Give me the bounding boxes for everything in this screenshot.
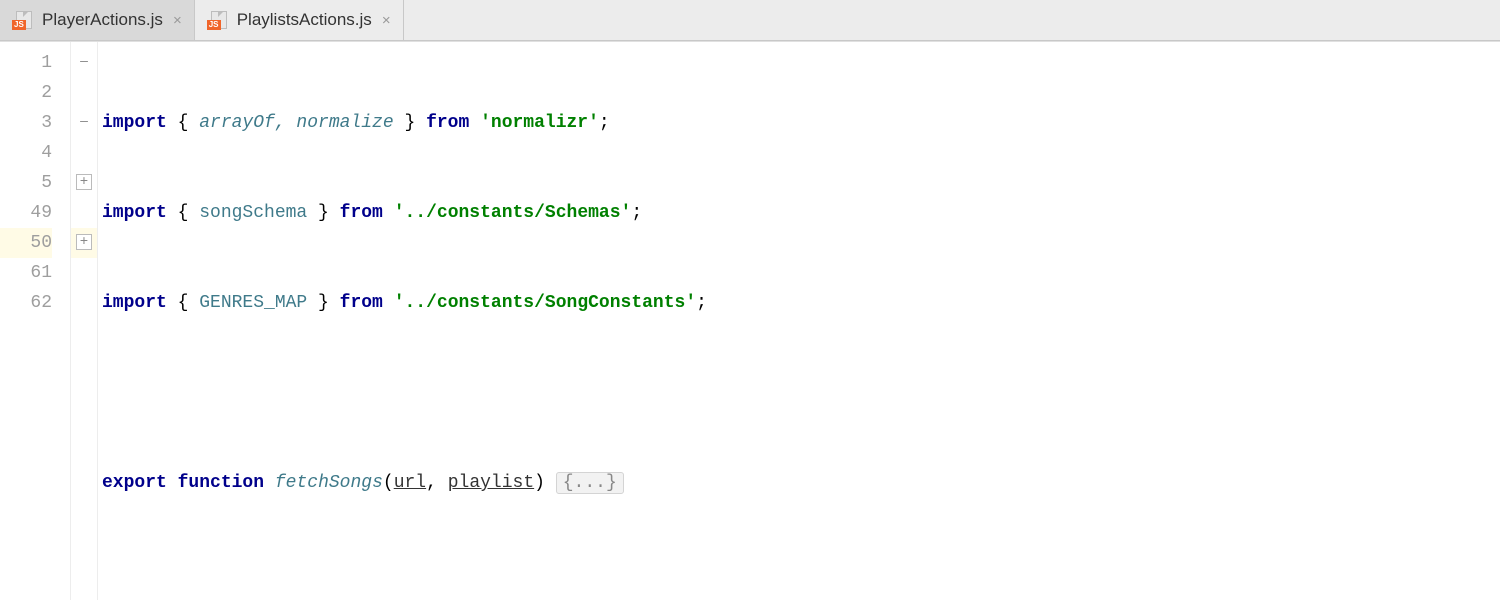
fold-collapse-icon[interactable]: – [77,115,91,129]
close-icon[interactable]: × [382,12,391,29]
tab-player-actions[interactable]: JS PlayerActions.js × [0,0,195,40]
code-line[interactable]: import { arrayOf, normalize } from 'norm… [98,108,1500,138]
line-number: 62 [0,288,52,318]
code-line[interactable] [98,378,1500,408]
line-number: 49 [0,198,52,228]
code-line[interactable]: import { songSchema } from '../constants… [98,198,1500,228]
code-line[interactable]: import { GENRES_MAP } from '../constants… [98,288,1500,318]
close-icon[interactable]: × [173,12,182,29]
line-number: 61 [0,258,52,288]
tab-bar: JS PlayerActions.js × JS PlaylistsAction… [0,0,1500,41]
line-number: 5 [0,168,52,198]
line-number: 4 [0,138,52,168]
line-number: 2 [0,78,52,108]
tab-playlists-actions[interactable]: JS PlaylistsActions.js × [195,0,404,40]
code-area[interactable]: import { arrayOf, normalize } from 'norm… [98,42,1500,600]
line-number: 50 [0,228,52,258]
code-line[interactable] [98,558,1500,588]
fold-expand-icon[interactable]: + [76,234,92,250]
tab-label: PlayerActions.js [42,10,163,30]
fold-expand-icon[interactable]: + [76,174,92,190]
line-number: 1 [0,48,52,78]
folded-region[interactable]: {...} [556,472,624,494]
fold-collapse-icon[interactable]: – [77,55,91,69]
tab-label: PlaylistsActions.js [237,10,372,30]
line-number: 3 [0,108,52,138]
code-line[interactable]: export function fetchSongs(url, playlist… [98,468,1500,498]
fold-gutter: – – + + [70,42,98,600]
line-number-gutter: 1 2 3 4 5 49 50 61 62 [0,42,70,600]
code-editor[interactable]: 1 2 3 4 5 49 50 61 62 – – + + import { a… [0,41,1500,600]
javascript-file-icon: JS [207,11,229,29]
javascript-file-icon: JS [12,11,34,29]
